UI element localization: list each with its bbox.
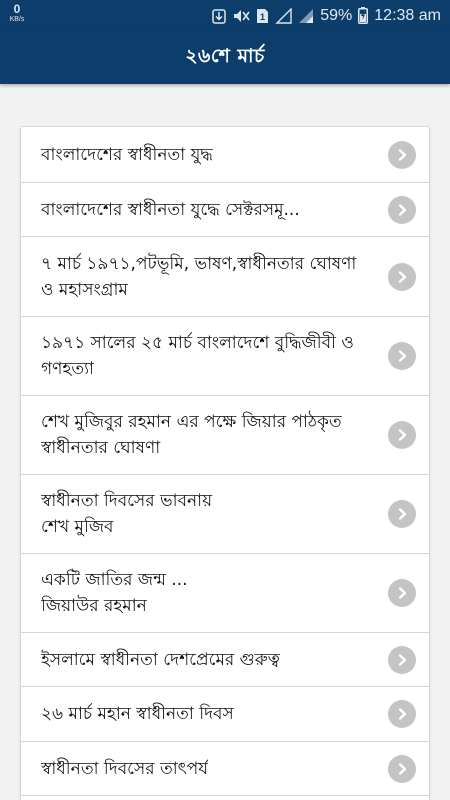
chevron-right-icon bbox=[388, 421, 416, 449]
list-item[interactable]: ইসলামে স্বাধীনতা দেশপ্রেমের গুরুত্ব bbox=[21, 633, 429, 687]
svg-text:1: 1 bbox=[260, 12, 265, 22]
list-item[interactable]: বাংলাদেশের স্বাধীনতা যুদ্ধে সেক্টরসমূ... bbox=[21, 183, 429, 237]
download-icon bbox=[212, 8, 226, 24]
app-bar: ২৬শে মার্চ bbox=[0, 31, 450, 84]
status-bar: 0 KB/s 1 59% 12:38 am bbox=[0, 0, 450, 31]
battery-icon bbox=[358, 7, 369, 24]
no-signal-icon bbox=[275, 7, 292, 24]
list-item[interactable]: স্বাধীনতা দিবসের তাৎপর্য bbox=[21, 742, 429, 796]
list-item-label: ১৯৭১ সালের ২৫ মার্চ বাংলাদেশে বুদ্ধিজীবী… bbox=[41, 333, 354, 379]
list-item[interactable]: একটি জাতির জন্ম ... জিয়াউর রহমান bbox=[21, 554, 429, 633]
list-item-label: শেখ মুজিবুর রহমান এর পক্ষে জিয়ার পাঠকৃত… bbox=[41, 412, 342, 458]
list-item-label: ৭ মার্চ ১৯৭১,পটভূমি, ভাষণ,স্বাধীনতার ঘোষ… bbox=[41, 253, 357, 300]
list-item-label: বাংলাদেশের স্বাধীনতা যুদ্ধে সেক্টরসমূ... bbox=[41, 199, 300, 220]
list-item[interactable]: বাংলাদেশের স্বাধীনতা যুদ্ধ bbox=[21, 127, 429, 183]
list-item[interactable]: স্বাধীনতা দিবসের ভাবনায় শেখ মুজিব bbox=[21, 475, 429, 554]
list-item-label: ইসলামে স্বাধীনতা দেশপ্রেমের গুরুত্ব bbox=[41, 649, 280, 670]
list-item[interactable]: ২৬ মার্চ মহান স্বাধীনতা দিবস bbox=[21, 687, 429, 742]
list-item-label: একটি জাতির জন্ম ... জিয়াউর রহমান bbox=[41, 570, 188, 616]
list-item-label: স্বাধীনতা দিবসের ভাবনায় শেখ মুজিব bbox=[41, 491, 213, 537]
topic-list: বাংলাদেশের স্বাধীনতা যুদ্ধ বাংলাদেশের স্… bbox=[20, 126, 430, 800]
list-item[interactable]: শেখ মুজিবুর রহমান এর পক্ষে জিয়ার পাঠকৃত… bbox=[21, 396, 429, 475]
chevron-right-icon bbox=[388, 342, 416, 370]
signal-icon bbox=[298, 8, 314, 24]
chevron-right-icon bbox=[388, 700, 416, 728]
chevron-right-icon bbox=[388, 579, 416, 607]
list-item-label: বাংলাদেশের স্বাধীনতা যুদ্ধ bbox=[41, 144, 213, 165]
network-speed-value: 0 bbox=[13, 2, 21, 16]
network-speed: 0 KB/s bbox=[7, 3, 27, 23]
chevron-right-icon bbox=[388, 754, 416, 783]
page-title: ২৬শে মার্চ bbox=[185, 44, 265, 67]
chevron-right-icon bbox=[388, 500, 416, 528]
mute-icon bbox=[232, 8, 250, 24]
battery-percent: 59% bbox=[320, 6, 353, 24]
status-icons: 1 59% 12:38 am bbox=[212, 0, 441, 31]
list-item-label: স্বাধীনতা দিবসের তাৎপর্য bbox=[41, 758, 209, 779]
sim-card-icon: 1 bbox=[256, 8, 269, 24]
chevron-right-icon bbox=[388, 195, 416, 224]
clock-time: 12:38 am bbox=[374, 6, 441, 24]
list-item[interactable]: ৭ মার্চ ১৯৭১,পটভূমি, ভাষণ,স্বাধীনতার ঘোষ… bbox=[21, 237, 429, 317]
list-item-label: ২৬ মার্চ মহান স্বাধীনতা দিবস bbox=[41, 704, 234, 724]
chevron-right-icon bbox=[388, 645, 416, 674]
chevron-right-icon bbox=[388, 140, 416, 169]
chevron-right-icon bbox=[388, 262, 416, 291]
network-speed-unit: KB/s bbox=[9, 16, 25, 23]
list-item[interactable]: ১৯৭১ সালের ২৫ মার্চ বাংলাদেশে বুদ্ধিজীবী… bbox=[21, 317, 429, 396]
